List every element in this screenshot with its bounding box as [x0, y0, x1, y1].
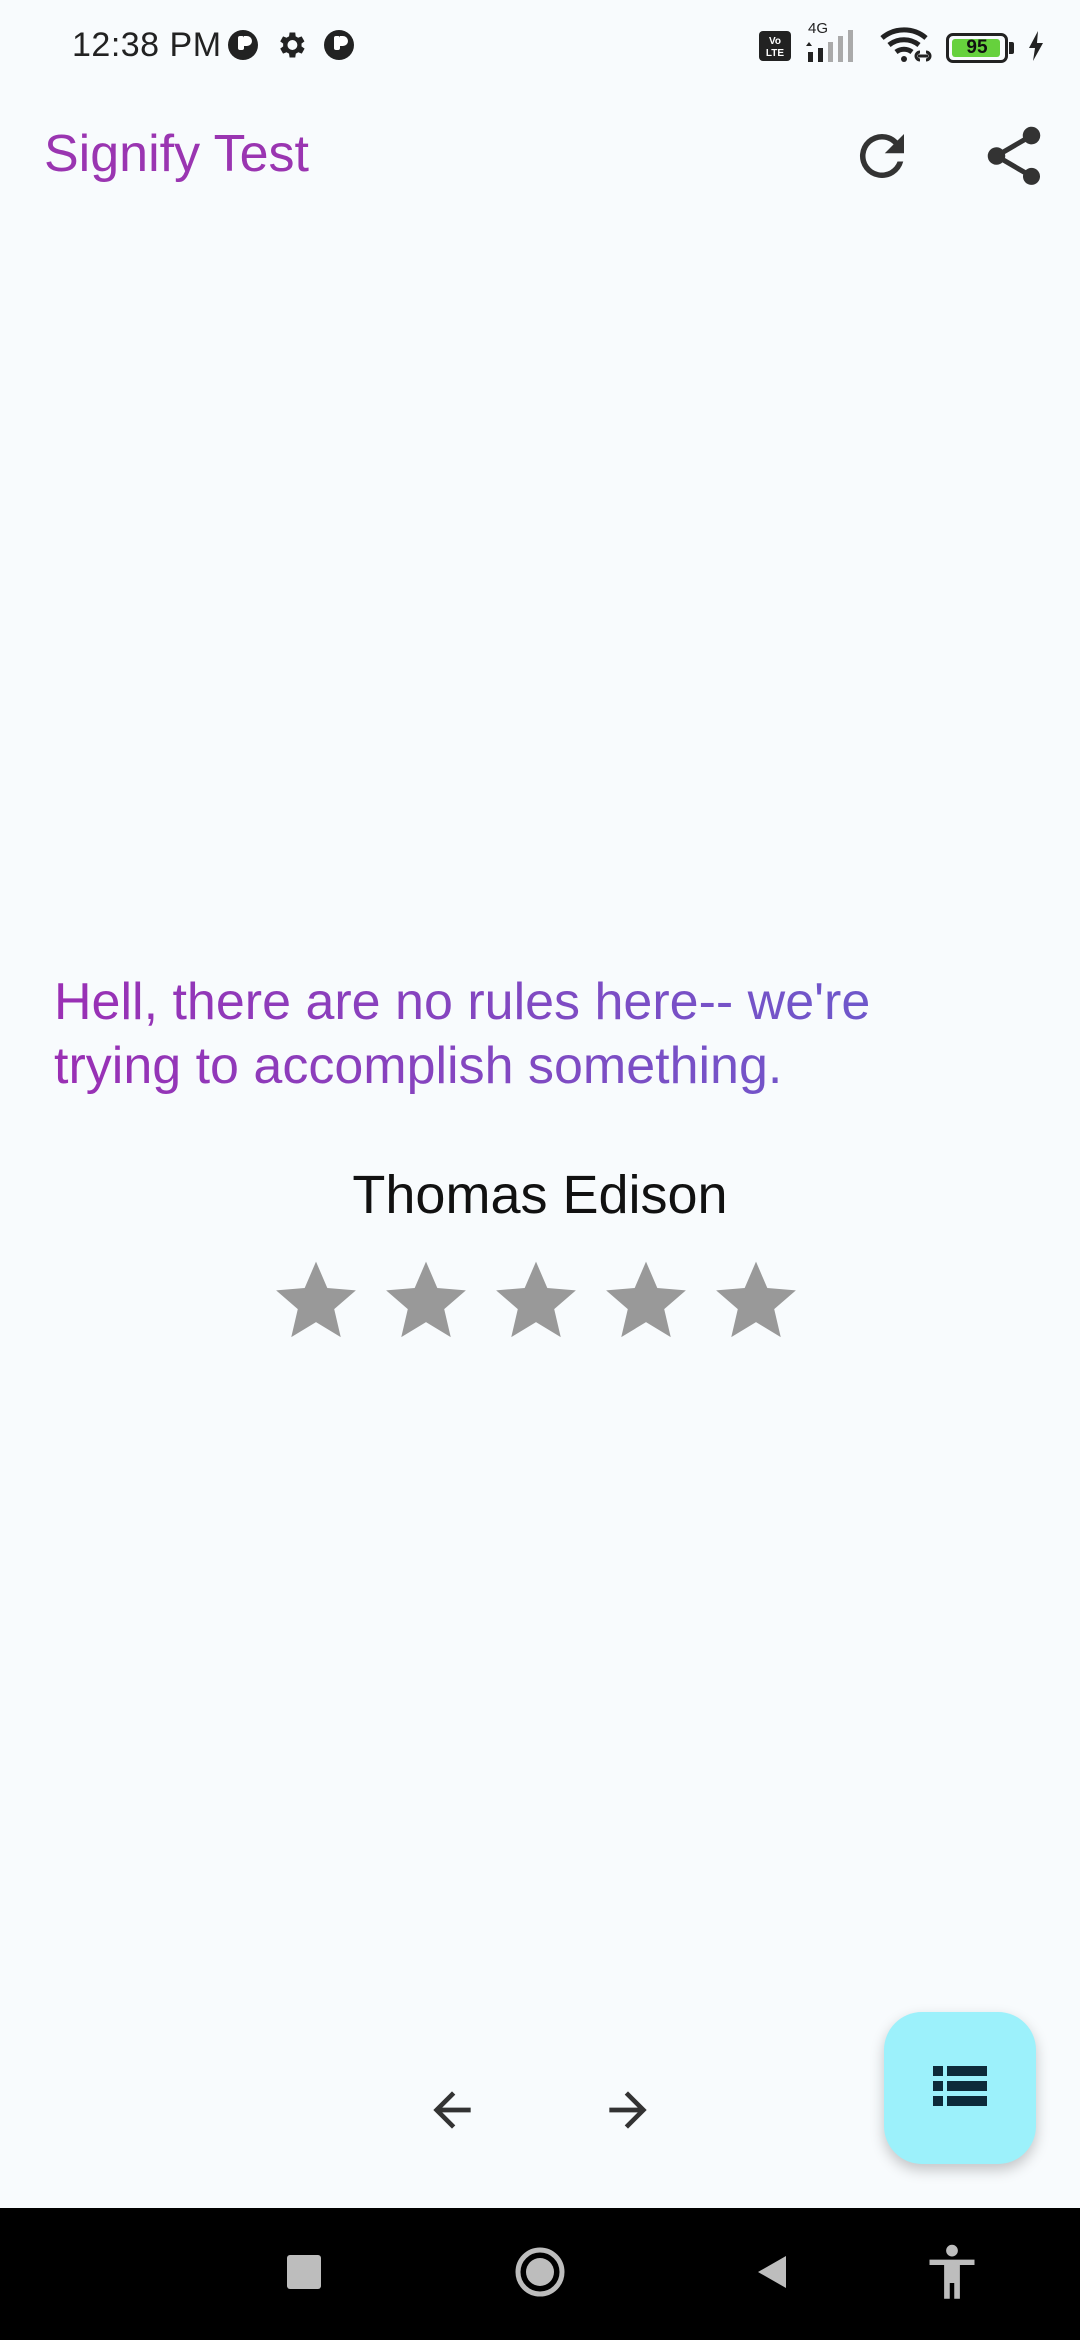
signal-icon: 4G [804, 20, 866, 71]
quote-text: Hell, there are no rules here-- we're tr… [54, 970, 954, 1098]
battery-percent: 95 [966, 37, 988, 58]
network-type-label: 4G [808, 19, 829, 37]
recents-icon [286, 2254, 322, 2295]
quote-list-fab[interactable] [884, 2012, 1036, 2164]
status-time: 12:38 PM [72, 26, 222, 64]
volte-icon: Vo LTE [758, 29, 792, 68]
refresh-button[interactable] [842, 118, 922, 198]
list-icon [933, 2064, 987, 2113]
refresh-icon [849, 123, 915, 194]
wifi-icon [878, 26, 934, 71]
accessibility-icon [925, 2242, 979, 2307]
arrow-left-icon [424, 2082, 480, 2143]
accessibility-button[interactable] [902, 2208, 1002, 2340]
star-icon[interactable] [380, 1252, 472, 1349]
star-icon[interactable] [270, 1252, 362, 1349]
app-screen: 12:38 PM Vo LTE 4G 95 Signify Test Hell,… [0, 0, 1080, 2340]
back-button[interactable] [722, 2208, 822, 2340]
quote-author: Thomas Edison [352, 1165, 728, 1225]
star-rating [270, 1252, 802, 1349]
status-system-icons: Vo LTE 4G 95 [758, 20, 1046, 72]
app-notification-icon [322, 28, 356, 67]
previous-quote-button[interactable] [416, 2076, 488, 2148]
star-icon[interactable] [490, 1252, 582, 1349]
charging-icon [1026, 29, 1046, 68]
app-bar: Signify Test [0, 100, 1080, 212]
gear-icon [274, 28, 308, 67]
share-button[interactable] [974, 118, 1054, 198]
app-title: Signify Test [44, 125, 309, 183]
recents-button[interactable] [254, 2208, 354, 2340]
svg-text:Vo: Vo [769, 36, 781, 47]
home-button[interactable] [490, 2208, 590, 2340]
system-navigation-bar [0, 2208, 1080, 2340]
app-notification-icon [226, 28, 260, 67]
star-icon[interactable] [600, 1252, 692, 1349]
home-icon [514, 2246, 566, 2303]
arrow-right-icon [600, 2082, 656, 2143]
back-icon [752, 2252, 792, 2297]
status-notification-icons [226, 28, 356, 67]
star-icon[interactable] [710, 1252, 802, 1349]
status-bar: 12:38 PM Vo LTE 4G 95 [0, 0, 1080, 96]
svg-text:LTE: LTE [766, 48, 784, 59]
battery-icon: 95 [946, 33, 1014, 63]
share-icon [979, 121, 1049, 196]
next-quote-button[interactable] [592, 2076, 664, 2148]
